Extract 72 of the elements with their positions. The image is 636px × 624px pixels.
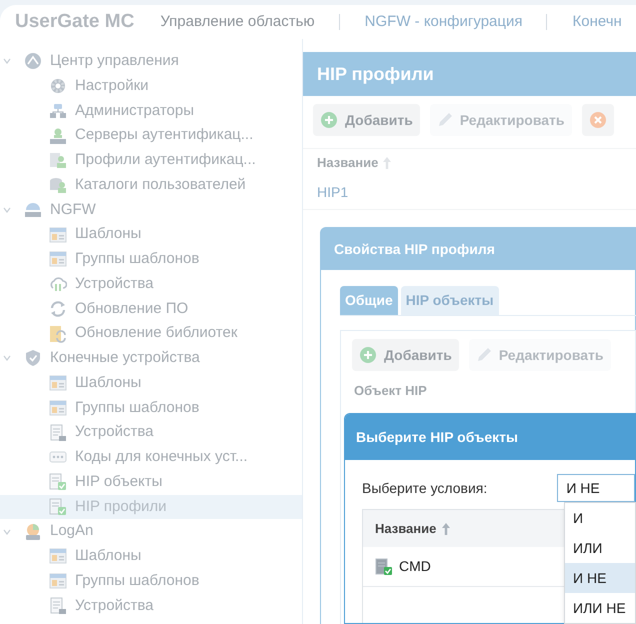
nav-link[interactable]: Управление областью	[160, 10, 315, 34]
condition-select[interactable]: И НЕ	[557, 474, 635, 502]
dropdown-option[interactable]: ИЛИ НЕ	[565, 593, 635, 623]
tree-item[interactable]: HIP объекты	[0, 470, 302, 494]
tree-item[interactable]: Профили аутентификац...	[0, 148, 302, 173]
toolbar-button[interactable]: Добавить	[313, 104, 420, 136]
toolbar-button[interactable]	[582, 104, 614, 136]
template-icon	[49, 572, 67, 590]
tab[interactable]: Общие	[340, 286, 398, 315]
cloud-icon	[49, 275, 67, 294]
dialog-title: Свойства HIP профиля	[333, 240, 496, 259]
gear-icon	[49, 77, 67, 96]
close-icon	[588, 111, 607, 129]
tab[interactable]: HIP объекты	[400, 286, 499, 315]
sort-up-icon	[382, 156, 392, 170]
device-list-icon	[49, 596, 67, 615]
template-icon	[49, 250, 67, 268]
tree-item[interactable]: Коды для конечных уст...	[0, 445, 302, 470]
refresh-icon	[49, 300, 67, 318]
separator-icon	[338, 14, 341, 30]
user-card-icon	[49, 151, 67, 170]
tree-item[interactable]: Шаблоны	[0, 544, 302, 569]
tree-item[interactable]: LogAn	[0, 519, 302, 544]
plus-icon	[359, 346, 377, 364]
nav-link[interactable]: Конечн	[572, 10, 622, 34]
tree-item[interactable]: Каталоги пользователей	[0, 172, 302, 198]
dropdown-option[interactable]: И НЕ	[565, 563, 635, 593]
document-check-icon	[375, 558, 393, 576]
tree-item[interactable]: NGFW	[0, 198, 302, 222]
tree-item[interactable]: Обновление библиотек	[0, 321, 302, 346]
tree-item[interactable]: Администраторы	[0, 98, 302, 124]
pencil-icon	[476, 347, 492, 363]
tree-item[interactable]: Центр управления	[0, 49, 302, 74]
tree-item[interactable]: Шаблоны	[0, 370, 302, 396]
library-update-icon	[49, 324, 67, 343]
tree-item[interactable]: Устройства	[0, 594, 302, 618]
template-icon	[49, 398, 67, 417]
tree-item[interactable]: HIP профили	[0, 494, 302, 520]
plus-icon	[320, 111, 338, 129]
toolbar-button[interactable]: Добавить	[352, 339, 459, 371]
panel-title: HIP профили	[303, 52, 636, 96]
tree-item[interactable]: Конечные устройства	[0, 346, 302, 371]
device-list-icon	[49, 424, 67, 442]
document-check-icon	[49, 498, 67, 516]
shield-icon	[24, 349, 42, 368]
table-cell-text: CMD	[399, 557, 431, 576]
field-label: Выберите условия:	[362, 478, 488, 498]
app-logo: UserGate MC	[15, 10, 134, 34]
tree-item[interactable]: Обновление ПО	[0, 296, 302, 322]
tree-item[interactable]: Группы шаблонов	[0, 396, 302, 420]
sort-up-icon	[441, 522, 452, 536]
tree-item[interactable]: Группы шаблонов	[0, 247, 302, 272]
template-icon	[49, 547, 67, 566]
user-server-icon	[49, 126, 67, 145]
tree-item[interactable]: Настройки	[0, 74, 302, 98]
nav-link[interactable]: NGFW - конфигурация	[364, 10, 522, 34]
column-header[interactable]: Название	[303, 148, 636, 176]
template-icon	[49, 226, 67, 244]
tree-item[interactable]: Устройства	[0, 420, 302, 445]
pencil-icon	[436, 112, 453, 128]
table-cell: HIP1	[303, 176, 636, 210]
template-icon	[49, 374, 67, 392]
dialog-title: Выберите HIP объекты	[345, 414, 635, 460]
tree-item[interactable]: Устройства	[0, 272, 302, 296]
tree-item[interactable]: Группы шаблонов	[0, 568, 302, 594]
tree-item[interactable]: Шаблоны	[0, 222, 302, 247]
document-check-icon	[49, 473, 67, 492]
separator-icon	[546, 14, 548, 30]
user-chart-icon	[24, 522, 42, 541]
column-header[interactable]: Объект HIP	[354, 381, 427, 400]
tree-item[interactable]: Серверы аутентификац...	[0, 123, 302, 148]
database-user-icon	[49, 176, 67, 194]
